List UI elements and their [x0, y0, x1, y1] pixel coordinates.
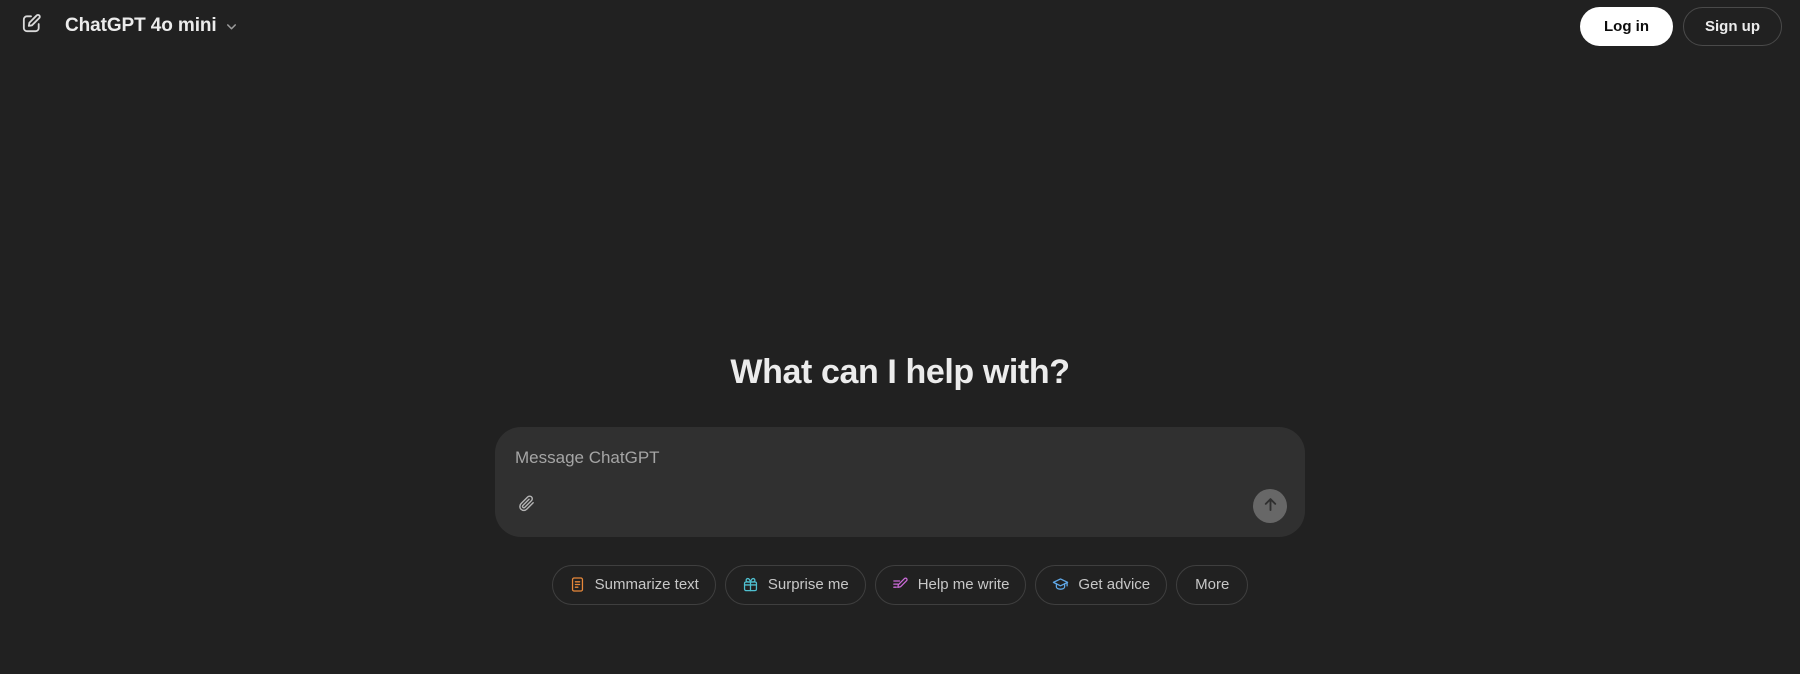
paperclip-icon — [517, 494, 536, 518]
attach-file-button[interactable] — [510, 490, 542, 522]
top-bar: ChatGPT 4o mini Log in Sign up — [0, 0, 1800, 52]
arrow-up-icon — [1261, 495, 1280, 517]
chip-help-me-write[interactable]: Help me write — [874, 564, 1027, 605]
log-in-button[interactable]: Log in — [1580, 6, 1673, 46]
composer-action-row — [510, 488, 1287, 523]
chip-label: Help me write — [917, 576, 1010, 594]
top-bar-right-group: Log in Sign up — [1580, 6, 1782, 46]
gift-box-icon — [742, 576, 759, 593]
chip-label: Surprise me — [767, 576, 849, 594]
chip-label: More — [1195, 576, 1230, 594]
chip-summarize-text[interactable]: Summarize text — [551, 564, 716, 605]
message-composer[interactable]: Message ChatGPT — [495, 426, 1305, 537]
pencil-lines-icon — [892, 576, 909, 593]
message-input[interactable]: Message ChatGPT — [513, 447, 1287, 469]
model-switcher[interactable]: ChatGPT 4o mini — [56, 8, 249, 44]
new-chat-button[interactable] — [12, 7, 50, 45]
suggestion-chips: Summarize text Surprise me Help me write… — [495, 564, 1305, 605]
sign-up-button[interactable]: Sign up — [1683, 6, 1782, 46]
chip-label: Summarize text — [594, 576, 699, 594]
send-message-button[interactable] — [1253, 488, 1287, 523]
graduation-cap-icon — [1052, 576, 1069, 593]
page-title: What can I help with? — [730, 353, 1070, 391]
chip-label: Get advice — [1078, 576, 1151, 594]
top-bar-left-group: ChatGPT 4o mini — [12, 7, 249, 45]
model-name-label: ChatGPT 4o mini — [65, 15, 217, 36]
chevron-down-icon — [224, 19, 239, 34]
compose-square-pen-icon — [20, 12, 43, 40]
chip-more[interactable]: More — [1176, 564, 1249, 605]
chip-get-advice[interactable]: Get advice — [1035, 564, 1168, 605]
document-text-icon — [569, 576, 586, 593]
main-stage: What can I help with? Message ChatGPT Su… — [495, 352, 1305, 605]
chip-surprise-me[interactable]: Surprise me — [724, 564, 866, 605]
